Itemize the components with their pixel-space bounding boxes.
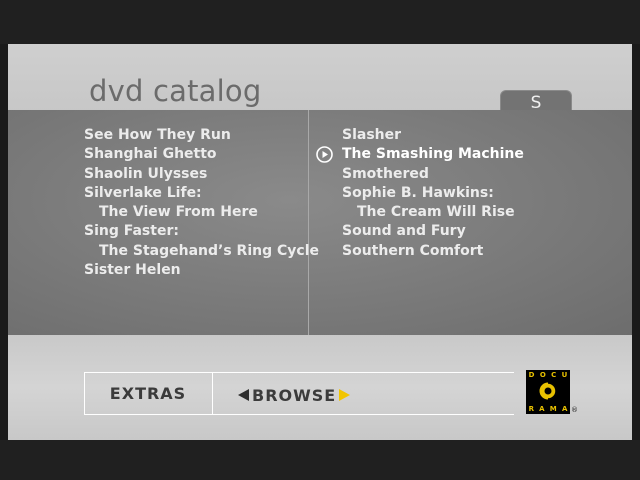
docurama-logo: D O C U R A M A <box>526 370 570 414</box>
extras-button[interactable]: EXTRAS <box>84 384 212 403</box>
browse-prev-arrow-icon[interactable] <box>238 389 249 401</box>
logo-bottom-letters: R A M A <box>528 405 568 413</box>
browse-control[interactable]: BROWSE <box>238 384 351 406</box>
catalog-left-column: See How They Run Shanghai Ghetto Shaolin U… <box>84 126 319 280</box>
logo-eye-icon <box>539 382 557 400</box>
catalog-item[interactable]: The Cream Will Rise <box>342 203 524 222</box>
catalog-item[interactable]: Shaolin Ulysses <box>84 165 319 184</box>
nav-separator <box>212 372 213 415</box>
catalog-item[interactable]: Southern Comfort <box>342 242 524 261</box>
page-title: dvd catalog <box>89 74 262 108</box>
nav-border-bottom <box>84 414 514 415</box>
browse-next-arrow-icon[interactable] <box>339 389 351 401</box>
nav-border-top <box>84 372 514 373</box>
catalog-item[interactable]: The Stagehand’s Ring Cycle <box>84 242 319 261</box>
catalog-item[interactable]: Sound and Fury <box>342 222 524 241</box>
catalog-item[interactable]: Shanghai Ghetto <box>84 145 319 164</box>
catalog-item[interactable]: Sophie B. Hawkins: <box>342 184 524 203</box>
registered-mark: ® <box>571 406 578 414</box>
catalog-item[interactable]: The View From Here <box>84 203 319 222</box>
catalog-item-selected[interactable]: The Smashing Machine <box>316 145 524 164</box>
catalog-right-column: Slasher The Smashing Machine Smothered Soph… <box>316 126 524 261</box>
browse-label: BROWSE <box>252 385 337 405</box>
catalog-item[interactable]: Smothered <box>342 165 524 184</box>
logo-top-letters: D O C U <box>528 371 568 379</box>
play-selection-icon <box>316 146 333 164</box>
top-letterbox-bar <box>0 0 640 44</box>
catalog-item[interactable]: Sing Faster: <box>84 222 319 241</box>
catalog-item[interactable]: Silverlake Life: <box>84 184 319 203</box>
catalog-item[interactable]: Slasher <box>342 126 524 145</box>
catalog-item[interactable]: See How They Run <box>84 126 319 145</box>
catalog-item[interactable]: Sister Helen <box>84 261 319 280</box>
bottom-letterbox-bar <box>0 440 640 480</box>
